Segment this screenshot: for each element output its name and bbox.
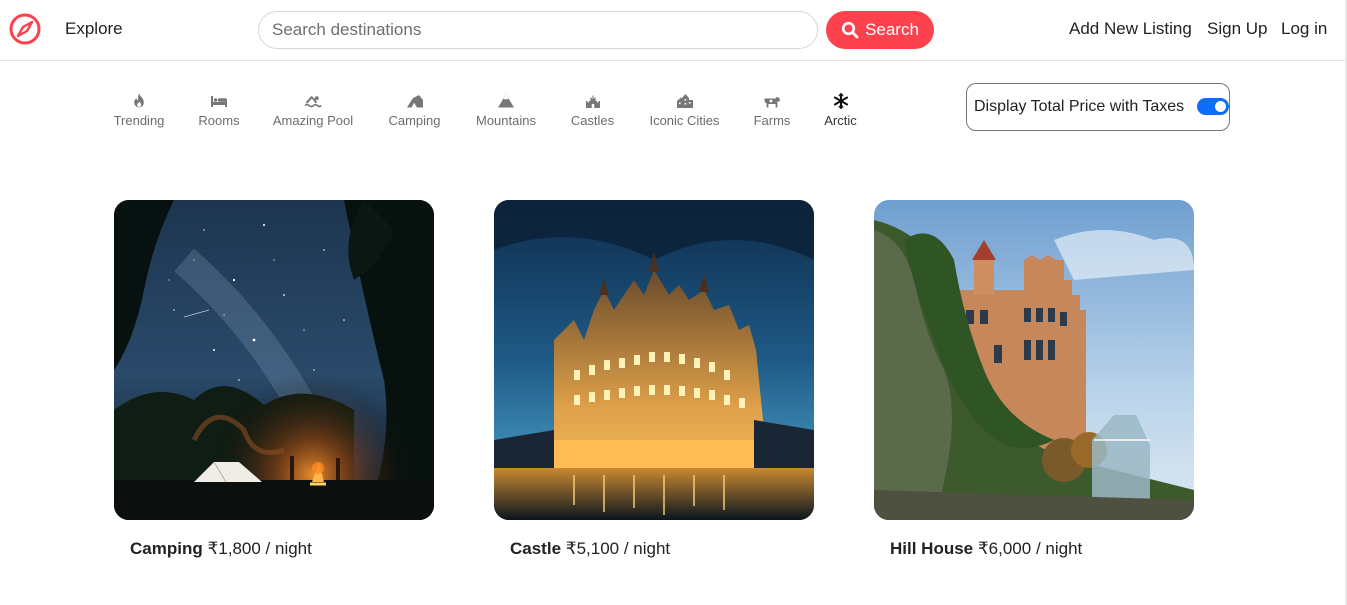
listing-price-unit: / night [260,539,312,558]
filter-camping[interactable]: Camping [386,92,443,128]
sign-up-link[interactable]: Sign Up [1207,19,1267,39]
cow-icon [764,97,780,108]
filter-label: Castles [570,113,615,128]
listing-title: Castle [510,539,562,558]
snowflake-icon [833,93,848,109]
search-button-label: Search [865,20,919,39]
swimmer-icon [304,96,322,108]
hillside-manor-photo [874,200,1194,520]
listing-price: ₹5,100 [565,539,620,558]
listing-price-unit: / night [1031,539,1083,558]
compass-icon [9,13,41,45]
listing-price: ₹6,000 [977,539,1032,558]
navbar: Explore Search Add New Listing Sign Up L… [0,0,1347,61]
log-in-link[interactable]: Log in [1281,19,1327,39]
filter-amazing-pool[interactable]: Amazing Pool [272,92,354,128]
filter-label: Amazing Pool [272,113,354,128]
search-icon [841,21,859,39]
listing-image-castle [494,200,814,520]
tax-toggle-switch[interactable] [1197,98,1229,115]
listing-card[interactable]: Hill House ₹6,000 / night [874,200,1194,559]
mountain-icon [498,94,514,108]
listing-caption: Camping ₹1,800 / night [114,539,434,559]
search-input[interactable] [258,11,818,49]
castle-icon [585,95,600,108]
filter-label: Iconic Cities [649,113,720,128]
filter-label: Camping [388,113,441,128]
listing-caption: Hill House ₹6,000 / night [874,539,1194,559]
listing-title: Camping [130,539,203,558]
tax-toggle-label: Display Total Price with Taxes [974,98,1185,115]
listing-image-camping [114,200,434,520]
filter-label: Farms [753,113,791,128]
listing-card[interactable]: Camping ₹1,800 / night [114,200,434,559]
listing-card[interactable]: Castle ₹5,100 / night [494,200,814,559]
search-button[interactable]: Search [826,11,934,49]
listing-image-hill-house [874,200,1194,520]
filter-label: Mountains [476,113,536,128]
fire-icon [134,93,144,108]
add-new-listing-link[interactable]: Add New Listing [1069,19,1192,39]
filter-label: Arctic [824,113,857,128]
filter-arctic[interactable]: Arctic [822,92,859,128]
filter-farms[interactable]: Farms [753,92,791,128]
illuminated-castle-hotel-photo [494,200,814,520]
filter-label: Rooms [198,113,240,128]
filter-rooms[interactable]: Rooms [198,92,240,128]
listing-title: Hill House [890,539,974,558]
filter-mountains[interactable]: Mountains [474,92,538,128]
filter-trending[interactable]: Trending [113,92,165,128]
category-filters: Trending Rooms Amazing Pool Camping Moun… [0,92,960,142]
tax-toggle-box: Display Total Price with Taxes [966,83,1230,131]
filter-label: Trending [113,113,165,128]
explore-link[interactable]: Explore [65,19,123,39]
switch-knob [1215,101,1226,112]
listing-price-unit: / night [619,539,671,558]
filter-iconic-cities[interactable]: Iconic Cities [647,92,722,128]
bed-icon [211,96,227,107]
night-campsite-photo [114,200,434,520]
listing-price: ₹1,800 [207,539,261,558]
filter-castles[interactable]: Castles [569,92,616,128]
city-icon [676,94,693,108]
campground-icon [406,95,423,108]
listing-caption: Castle ₹5,100 / night [494,539,814,559]
